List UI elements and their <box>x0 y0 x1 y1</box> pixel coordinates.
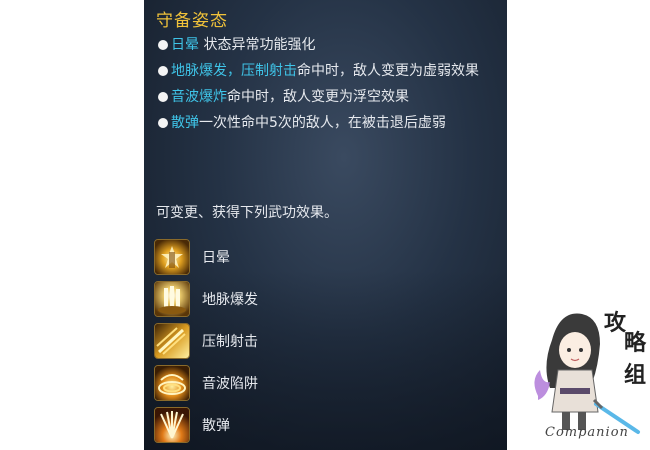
effect-skill-name: 日晕 <box>171 37 199 53</box>
skill-row[interactable]: 压制射击 <box>154 320 258 362</box>
effect-skill-name: 地脉爆发，压制射击 <box>171 63 297 79</box>
stance-title: 守备姿态 <box>156 11 228 31</box>
modifier-note: 可变更、获得下列武功效果。 <box>156 205 338 221</box>
skill-label: 音波陷阱 <box>202 376 258 392</box>
effect-skill-name: 散弹 <box>171 115 199 131</box>
skill-row[interactable]: 日晕 <box>154 236 258 278</box>
bullet-icon <box>158 40 168 50</box>
skill-row[interactable]: 散弹 <box>154 404 258 446</box>
page: 守备姿态 日晕 状态异常功能强化 地脉爆发，压制射击命中时，敌人变更为虚弱效果 … <box>0 0 650 450</box>
seal-text: 攻略组 <box>604 310 647 388</box>
suppress-shot-skill-icon <box>154 323 190 359</box>
effect-list: 日晕 状态异常功能强化 地脉爆发，压制射击命中时，敌人变更为虚弱效果 音波爆炸命… <box>158 35 479 139</box>
effect-line: 音波爆炸命中时，敌人变更为浮空效果 <box>158 87 479 113</box>
sun-halo-skill-icon <box>154 239 190 275</box>
companion-watermark-text: Companion <box>545 425 629 440</box>
bullet-icon <box>158 92 168 102</box>
effect-skill-name: 音波爆炸 <box>171 89 227 105</box>
effect-description: 一次性命中5次的敌人，在被击退后虚弱 <box>199 115 446 131</box>
effect-description: 命中时，敌人变更为虚弱效果 <box>297 63 479 79</box>
scatter-shot-skill-icon <box>154 407 190 443</box>
bullet-icon <box>158 66 168 76</box>
effect-description: 命中时，敌人变更为浮空效果 <box>227 89 409 105</box>
effect-line: 地脉爆发，压制射击命中时，敌人变更为虚弱效果 <box>158 61 479 87</box>
skill-tooltip-panel: 守备姿态 日晕 状态异常功能强化 地脉爆发，压制射击命中时，敌人变更为虚弱效果 … <box>144 0 507 450</box>
effect-line: 日晕 状态异常功能强化 <box>158 35 479 61</box>
skill-label: 压制射击 <box>202 334 258 350</box>
skill-label: 散弹 <box>202 418 230 434</box>
skill-label: 日晕 <box>202 250 230 266</box>
sonic-trap-skill-icon <box>154 365 190 401</box>
effect-line: 散弹一次性命中5次的敌人，在被击退后虚弱 <box>158 113 479 139</box>
bullet-icon <box>158 118 168 128</box>
skill-label: 地脉爆发 <box>202 292 258 308</box>
skill-row[interactable]: 音波陷阱 <box>154 362 258 404</box>
effect-description: 状态异常功能强化 <box>199 37 316 53</box>
skill-list: 日晕 地脉爆发 压制射击 音波陷阱 散弹 <box>154 236 258 446</box>
earth-burst-skill-icon <box>154 281 190 317</box>
skill-row[interactable]: 地脉爆发 <box>154 278 258 320</box>
